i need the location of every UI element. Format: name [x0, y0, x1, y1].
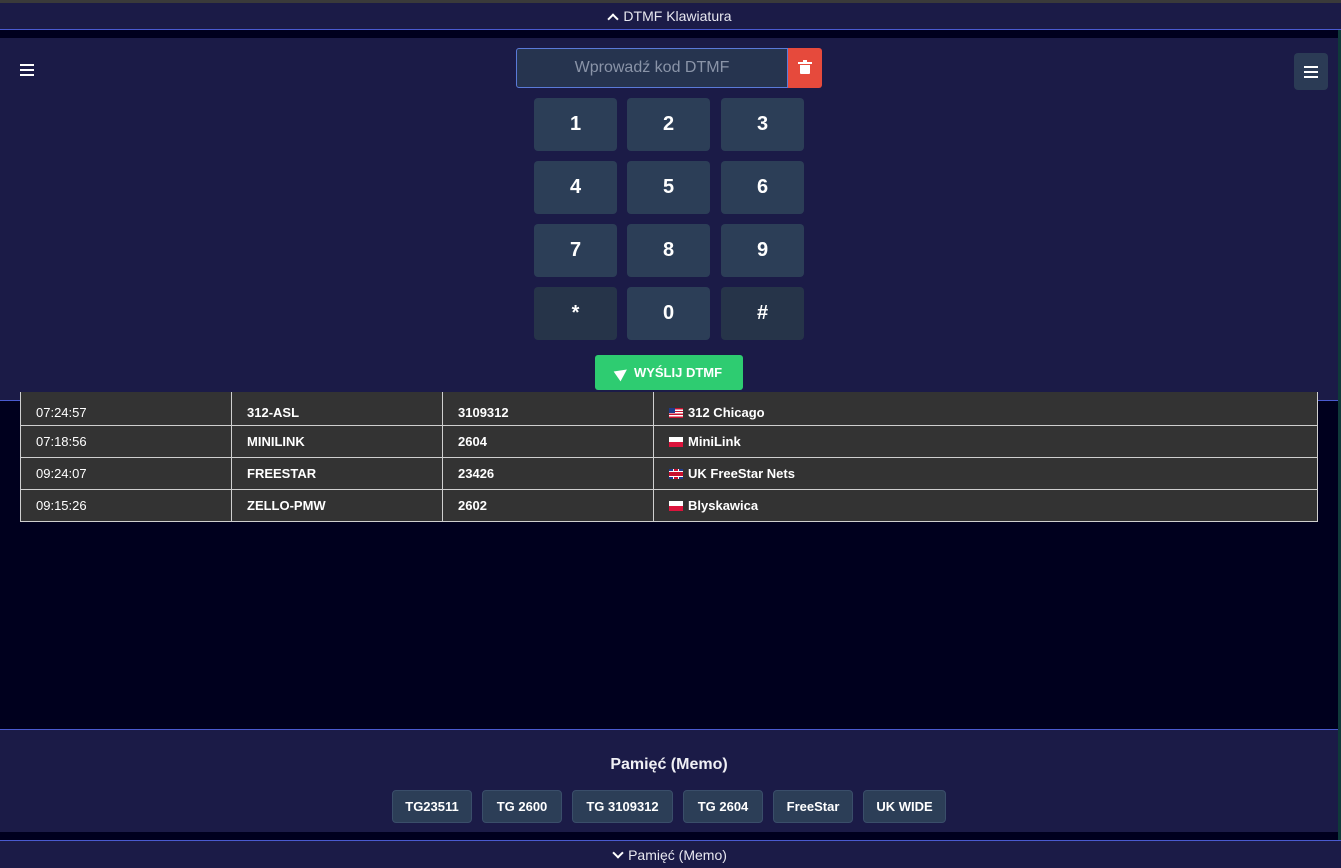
key-4[interactable]: 4 — [534, 161, 617, 214]
log-desc: 312 Chicago — [688, 404, 765, 420]
menu-right-button[interactable] — [1294, 53, 1328, 90]
table-row[interactable]: 07:18:56 MINILINK 2604 MiniLink — [20, 424, 1318, 458]
log-name: ZELLO-PMW — [231, 488, 443, 522]
log-time: 09:24:07 — [20, 456, 232, 490]
key-7[interactable]: 7 — [534, 224, 617, 277]
table-row[interactable]: 09:24:07 FREESTAR 23426 UK FreeStar Nets — [20, 456, 1318, 490]
memo-title: Pamięć (Memo) — [610, 756, 728, 773]
uk-flag-icon — [669, 468, 683, 479]
key-0[interactable]: 0 — [627, 287, 710, 340]
log-name: FREESTAR — [231, 456, 443, 490]
clear-dtmf-button[interactable] — [788, 48, 822, 88]
send-dtmf-label: WYŚLIJ DTMF — [633, 365, 723, 380]
log-desc-cell: Blyskawica — [653, 488, 1318, 522]
key-8[interactable]: 8 — [627, 224, 710, 277]
us-flag-icon — [669, 407, 683, 418]
memo-button-tg-2604[interactable]: TG 2604 — [683, 790, 763, 823]
key-1[interactable]: 1 — [534, 98, 617, 151]
log-tg: 2604 — [442, 424, 654, 458]
log-desc-cell: UK FreeStar Nets — [653, 456, 1318, 490]
pl-flag-icon — [669, 500, 683, 511]
key-star[interactable]: * — [534, 287, 617, 340]
chevron-down-icon — [612, 846, 624, 859]
paper-plane-icon — [613, 364, 631, 381]
send-dtmf-button[interactable]: WYŚLIJ DTMF — [595, 355, 743, 390]
table-row[interactable]: 09:15:26 ZELLO-PMW 2602 Blyskawica — [20, 488, 1318, 522]
pl-flag-icon — [669, 436, 683, 447]
log-desc-cell: MiniLink — [653, 424, 1318, 458]
trash-icon — [798, 60, 812, 74]
menu-left-icon[interactable] — [17, 60, 37, 80]
key-5[interactable]: 5 — [627, 161, 710, 214]
activity-log-table: 07:24:57 312-ASL 3109312 312 Chicago 07:… — [20, 392, 1318, 522]
log-time: 07:18:56 — [20, 424, 232, 458]
key-9[interactable]: 9 — [721, 224, 804, 277]
log-tg: 23426 — [442, 456, 654, 490]
memo-toggle[interactable]: Pamięć (Memo) — [0, 840, 1341, 868]
chevron-up-icon — [607, 12, 620, 25]
memo-button-tg-2600[interactable]: TG 2600 — [482, 790, 562, 823]
memo-button-uk-wide[interactable]: UK WIDE — [863, 790, 946, 823]
log-tg: 3109312 — [442, 392, 654, 426]
log-tg: 2602 — [442, 488, 654, 522]
log-desc: Blyskawica — [688, 497, 759, 513]
key-hash[interactable]: # — [721, 287, 804, 340]
dtmf-keypad-toggle-label: DTMF Klawiatura — [623, 8, 732, 24]
log-name: MINILINK — [231, 424, 443, 458]
log-desc-cell: 312 Chicago — [653, 392, 1318, 426]
key-2[interactable]: 2 — [627, 98, 710, 151]
memo-panel: Pamięć (Memo) TG23511 TG 2600 TG 3109312… — [0, 729, 1338, 832]
log-name: 312-ASL — [231, 392, 443, 426]
log-time: 09:15:26 — [20, 488, 232, 522]
memo-button-tg23511[interactable]: TG23511 — [392, 790, 472, 823]
memo-toggle-label: Pamięć (Memo) — [628, 846, 727, 863]
dtmf-keypad-panel: 1 2 3 4 5 6 7 8 9 * 0 # WYŚLIJ DTMF — [0, 38, 1338, 401]
log-desc: MiniLink — [688, 433, 741, 449]
key-6[interactable]: 6 — [721, 161, 804, 214]
log-time: 07:24:57 — [20, 392, 232, 426]
key-3[interactable]: 3 — [721, 98, 804, 151]
table-row[interactable]: 07:24:57 312-ASL 3109312 312 Chicago — [20, 392, 1318, 426]
dtmf-code-input[interactable] — [516, 48, 788, 88]
memo-button-freestar[interactable]: FreeStar — [773, 790, 853, 823]
log-desc: UK FreeStar Nets — [688, 465, 795, 481]
memo-button-tg-3109312[interactable]: TG 3109312 — [572, 790, 673, 823]
dtmf-keypad-toggle[interactable]: DTMF Klawiatura — [0, 3, 1341, 30]
